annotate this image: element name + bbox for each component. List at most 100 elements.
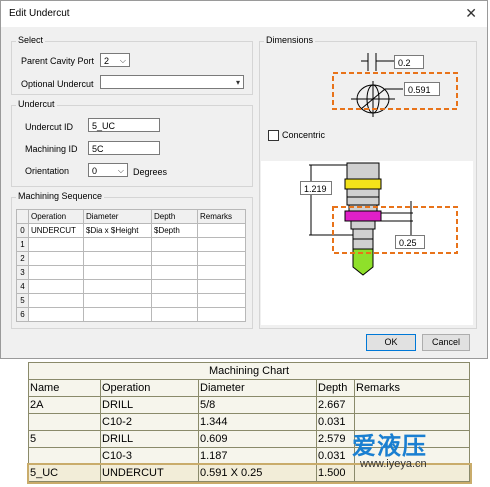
remarks-cell[interactable] xyxy=(197,293,246,308)
depth-cell[interactable] xyxy=(151,237,198,252)
diameter-cell[interactable] xyxy=(83,251,152,266)
length-dimension-value: 1.219 xyxy=(304,184,327,194)
chart-column-header: Depth xyxy=(316,379,355,397)
chart-operation-cell: UNDERCUT xyxy=(100,464,199,482)
parent-cavity-port-value: 2 xyxy=(104,56,110,66)
chart-name-cell: 2A xyxy=(28,396,101,414)
title-bar: Edit Undercut ✕ xyxy=(1,1,487,27)
operation-cell[interactable] xyxy=(28,251,84,266)
table-header-row: Operation Diameter Depth Remarks xyxy=(16,209,246,224)
operation-cell[interactable] xyxy=(28,293,84,308)
concentric-checkbox[interactable] xyxy=(268,130,279,141)
table-row[interactable]: 3 xyxy=(16,265,246,280)
chart-diameter-cell: 1.187 xyxy=(198,447,317,465)
diameter-cell[interactable] xyxy=(83,237,152,252)
chart-diameter-cell: 1.344 xyxy=(198,413,317,431)
orientation-select[interactable]: 0 ⌵ xyxy=(88,163,128,177)
orientation-label: Orientation xyxy=(25,166,70,176)
diameter-cell[interactable] xyxy=(83,265,152,280)
diameter-cell[interactable] xyxy=(83,293,152,308)
column-header[interactable]: Operation xyxy=(28,209,84,224)
machining-sequence-legend: Machining Sequence xyxy=(16,191,105,201)
cancel-button[interactable]: Cancel xyxy=(422,334,470,351)
column-header[interactable]: Remarks xyxy=(197,209,246,224)
operation-cell[interactable] xyxy=(28,237,84,252)
table-row[interactable]: 0 UNDERCUT $Dia x $Height $Depth xyxy=(16,223,246,238)
dimensions-legend: Dimensions xyxy=(264,35,316,45)
operation-cell[interactable] xyxy=(28,279,84,294)
diameter-dimension-value: 0.591 xyxy=(408,85,431,95)
concentric-label: Concentric xyxy=(282,130,326,140)
undercut-legend: Undercut xyxy=(16,99,57,109)
depth-cell[interactable]: $Depth xyxy=(151,223,198,238)
undercut-magenta-band xyxy=(344,210,382,222)
operation-cell[interactable] xyxy=(28,265,84,280)
row-number[interactable]: 1 xyxy=(16,237,29,252)
width-dimension-field[interactable]: 0.2 xyxy=(394,55,424,69)
row-number[interactable]: 2 xyxy=(16,251,29,266)
length-dimension-field[interactable]: 1.219 xyxy=(300,181,332,195)
depth-cell[interactable] xyxy=(151,279,198,294)
machining-id-field[interactable]: 5C xyxy=(88,141,160,155)
diameter-cell[interactable] xyxy=(83,307,152,322)
diameter-cell[interactable]: $Dia x $Height xyxy=(83,223,152,238)
chart-depth-cell: 0.031 xyxy=(316,447,355,465)
ok-button[interactable]: OK xyxy=(366,334,416,351)
edit-undercut-dialog: Edit Undercut ✕ Select Parent Cavity Por… xyxy=(0,0,488,359)
diameter-dimension-field[interactable]: 0.591 xyxy=(404,82,440,96)
table-row[interactable]: 6 xyxy=(16,307,246,322)
depth-cell[interactable] xyxy=(151,251,198,266)
chart-diameter-cell: 0.591 X 0.25 xyxy=(198,464,317,482)
row-number[interactable]: 0 xyxy=(16,223,29,238)
circle-symbol xyxy=(351,81,403,117)
table-row[interactable]: 5 xyxy=(16,293,246,308)
operation-cell[interactable] xyxy=(28,307,84,322)
optional-undercut-label: Optional Undercut xyxy=(21,79,94,89)
diameter-cell[interactable] xyxy=(83,279,152,294)
parent-cavity-port-label: Parent Cavity Port xyxy=(21,56,95,66)
depth-dimension-field[interactable]: 0.25 xyxy=(395,235,425,249)
undercut-id-field[interactable]: 5_UC xyxy=(88,118,160,132)
table-row[interactable]: 4 xyxy=(16,279,246,294)
machining-sequence-table[interactable]: Operation Diameter Depth Remarks 0 UNDERC… xyxy=(16,209,246,322)
chart-row: 2A DRILL 5/8 2.667 xyxy=(28,396,470,414)
close-icon[interactable]: ✕ xyxy=(465,5,477,22)
table-row[interactable]: 2 xyxy=(16,251,246,266)
watermark-url: www.iyeya.cn xyxy=(360,458,427,470)
machining-id-value: 5C xyxy=(92,144,104,154)
chart-operation-cell: DRILL xyxy=(100,396,199,414)
row-number[interactable]: 5 xyxy=(16,293,29,308)
remarks-cell[interactable] xyxy=(197,223,246,238)
chart-remarks-cell xyxy=(354,396,470,414)
degrees-label: Degrees xyxy=(133,167,168,177)
depth-cell[interactable] xyxy=(151,265,198,280)
row-number[interactable]: 6 xyxy=(16,307,29,322)
column-header[interactable]: Diameter xyxy=(83,209,152,224)
remarks-cell[interactable] xyxy=(197,307,246,322)
undercut-top-view-graphic xyxy=(332,53,458,117)
chart-diameter-cell: 0.609 xyxy=(198,430,317,448)
parent-cavity-port-select[interactable]: 2 ⌵ xyxy=(100,53,130,67)
column-header[interactable]: Depth xyxy=(151,209,198,224)
operation-cell[interactable]: UNDERCUT xyxy=(28,223,84,238)
row-header-corner xyxy=(16,209,29,224)
row-number[interactable]: 4 xyxy=(16,279,29,294)
chart-depth-cell: 0.031 xyxy=(316,413,355,431)
watermark-logo-text: 爱液压 xyxy=(352,433,427,460)
optional-undercut-select[interactable]: ▾ xyxy=(100,75,244,89)
depth-cell[interactable] xyxy=(151,293,198,308)
row-number[interactable]: 3 xyxy=(16,265,29,280)
remarks-cell[interactable] xyxy=(197,265,246,280)
table-row[interactable]: 1 xyxy=(16,237,246,252)
chart-column-header: Diameter xyxy=(198,379,317,397)
chart-operation-cell: DRILL xyxy=(100,430,199,448)
chevron-down-icon: ⌵ xyxy=(117,166,124,175)
undercut-side-view-graphic xyxy=(309,162,458,276)
remarks-cell[interactable] xyxy=(197,237,246,252)
depth-cell[interactable] xyxy=(151,307,198,322)
remarks-cell[interactable] xyxy=(197,251,246,266)
chart-depth-cell: 1.500 xyxy=(316,464,355,482)
remarks-cell[interactable] xyxy=(197,279,246,294)
width-dimension-value: 0.2 xyxy=(398,58,411,68)
chart-name-cell: 5 xyxy=(28,430,101,448)
